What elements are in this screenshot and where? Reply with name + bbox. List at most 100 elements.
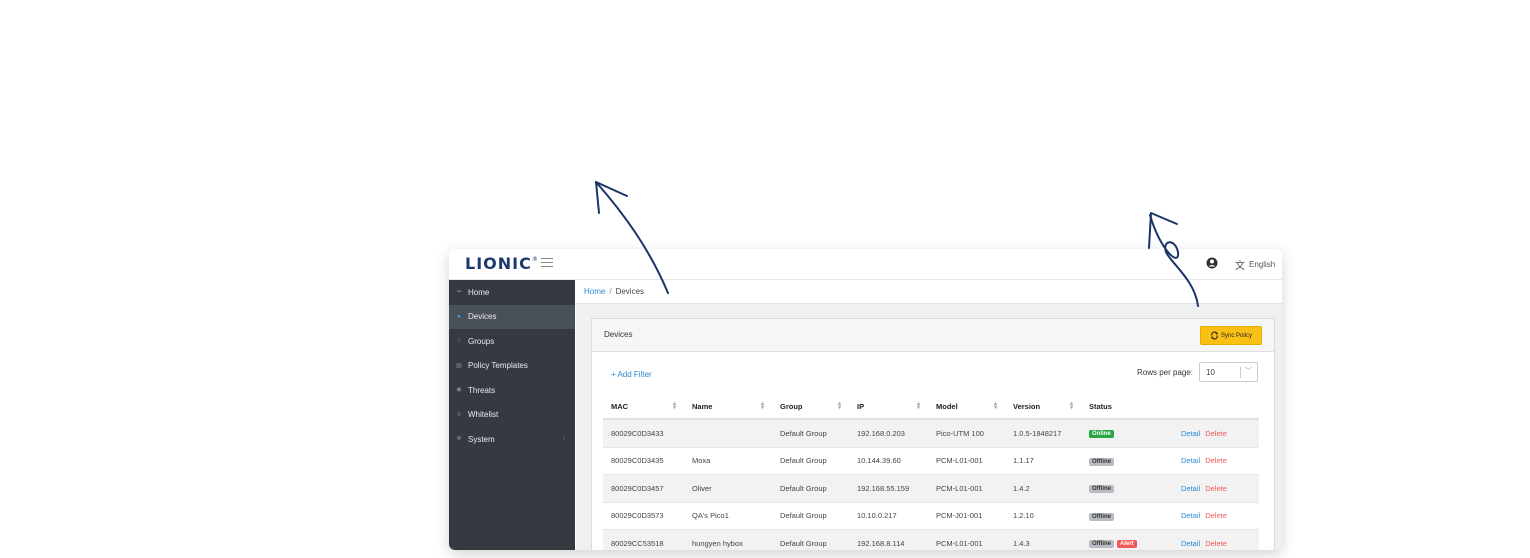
- cell-actions: Detail Delete: [1163, 419, 1259, 448]
- devices-table: MAC ▴ ▾ Name ▴ ▾ Group ▴ ▾ IP ▴ ▾ Model ▴ ▾ Version ▴ ▾ St…: [603, 394, 1259, 550]
- lionic-logo[interactable]: LIONIC®: [465, 254, 539, 273]
- menu-toggle-icon[interactable]: [541, 258, 553, 268]
- cell-group: Default Group: [772, 447, 849, 475]
- sort-icon[interactable]: ▴ ▾: [673, 401, 676, 411]
- breadcrumb-current: Devices: [615, 287, 645, 296]
- chevron-down-icon: ﹀: [1245, 368, 1252, 375]
- table-row: 80029C0D3457 Oliver Default Group 192.168.5…: [603, 474, 1259, 503]
- cell-ip: 10.144.39.60: [849, 447, 928, 475]
- cell-name: Oliver: [684, 474, 772, 503]
- cell-group: Default Group: [772, 474, 849, 503]
- dashboard-icon: ▪▪: [456, 289, 462, 296]
- language-selector[interactable]: 文 English: [1235, 257, 1275, 272]
- sidebar: ▪▪ Home ● Devices ○ Groups ▤ Policy Templates ◉ T…: [449, 280, 575, 550]
- cell-model: PCM-J01-001: [928, 502, 1005, 530]
- cell-ip: 10.10.0.217: [849, 502, 928, 530]
- breadcrumb-separator: /: [609, 287, 612, 296]
- sidebar-item-label: Threats: [468, 385, 496, 395]
- cell-name: QA's Pico1: [684, 502, 772, 530]
- detail-link[interactable]: Detail: [1181, 511, 1200, 520]
- table-row: 80029C0D3573 QA's Pico1 Default Group 10.10…: [603, 502, 1259, 530]
- sidebar-item-groups[interactable]: ○ Groups: [449, 329, 575, 354]
- cell-version: 1.4.2: [1005, 474, 1081, 503]
- cell-name: hungyen hybox: [684, 529, 772, 550]
- sort-icon[interactable]: ▴ ▾: [994, 401, 997, 411]
- sort-icon[interactable]: ▴ ▾: [838, 401, 841, 411]
- column-header-label: Name: [692, 401, 713, 411]
- sort-icon[interactable]: ▴ ▾: [1070, 401, 1073, 411]
- list-icon: ≡: [457, 411, 461, 418]
- cell-version: 1.2.10: [1005, 502, 1081, 530]
- add-filter-button[interactable]: + Add Filter: [611, 370, 652, 379]
- add-filter-label: Add Filter: [617, 370, 652, 379]
- sync-icon: [1211, 331, 1218, 340]
- detail-link[interactable]: Detail: [1181, 484, 1200, 493]
- status-badge: Offline: [1089, 512, 1114, 521]
- column-header-label: Version: [1013, 401, 1041, 411]
- breadcrumb-home-link[interactable]: Home: [584, 287, 605, 296]
- sidebar-item-label: Devices: [468, 312, 497, 322]
- cell-model: PCM-L01-001: [928, 529, 1005, 550]
- table-row: 80029CC53518 hungyen hybox Default Group 19…: [603, 529, 1259, 550]
- delete-link[interactable]: Delete: [1205, 539, 1227, 548]
- card-header: Devices Sync Policy: [592, 319, 1274, 352]
- sidebar-item-label: Home: [468, 287, 490, 297]
- sidebar-item-system[interactable]: ✻ System ‹: [449, 427, 575, 452]
- top-bar: LIONIC® 文 English: [449, 249, 1282, 280]
- cell-status: Offline: [1081, 474, 1163, 503]
- detail-link[interactable]: Detail: [1181, 456, 1200, 465]
- cell-group: Default Group: [772, 502, 849, 530]
- cell-actions: Detail Delete: [1163, 529, 1259, 550]
- column-header-label: IP: [857, 401, 865, 411]
- user-icon[interactable]: [1206, 257, 1218, 269]
- detail-link[interactable]: Detail: [1181, 429, 1200, 438]
- status-badge: Online: [1089, 430, 1114, 439]
- sidebar-item-label: Whitelist: [468, 410, 499, 420]
- table-row: 80029C0D3433 Default Group 192.168.0.203 Pi…: [603, 419, 1259, 448]
- column-header-model[interactable]: Model ▴ ▾: [928, 394, 1005, 420]
- column-header-status[interactable]: Status: [1081, 394, 1163, 420]
- sidebar-item-threats[interactable]: ◉ Threats: [449, 378, 575, 403]
- devices-card: Devices Sync Policy + Add Filter Rows pe…: [591, 318, 1275, 550]
- rows-per-page-select[interactable]: 10 ﹀: [1199, 362, 1258, 382]
- sidebar-item-devices[interactable]: ● Devices: [449, 304, 575, 329]
- column-header-mac[interactable]: MAC ▴ ▾: [603, 394, 684, 420]
- cell-actions: Detail Delete: [1163, 447, 1259, 475]
- delete-link[interactable]: Delete: [1205, 456, 1227, 465]
- delete-link[interactable]: Delete: [1205, 429, 1227, 438]
- cell-actions: Detail Delete: [1163, 502, 1259, 530]
- sync-policy-button[interactable]: Sync Policy: [1200, 326, 1262, 345]
- sidebar-item-home[interactable]: ▪▪ Home: [449, 280, 575, 305]
- cell-status: Offline: [1081, 502, 1163, 530]
- cell-status: Offline: [1081, 447, 1163, 475]
- sort-icon[interactable]: ▴ ▾: [917, 401, 920, 411]
- circle-icon: ○: [457, 338, 461, 345]
- app-window: LIONIC® 文 English ▪▪ Home ● Devices ○ Groups ▤…: [449, 249, 1282, 550]
- chevron-left-icon: ‹: [563, 436, 565, 443]
- breadcrumb: Home / Devices: [576, 280, 1282, 304]
- cell-model: PCM-L01-001: [928, 474, 1005, 503]
- column-header-label: MAC: [611, 401, 629, 411]
- rows-per-page-label: Rows per page:: [1137, 368, 1194, 377]
- sort-icon[interactable]: ▴ ▾: [761, 401, 764, 411]
- detail-link[interactable]: Detail: [1181, 539, 1200, 548]
- table-row: 80029C0D3435 Moxa Default Group 10.144.39.6…: [603, 447, 1259, 475]
- column-header-ip[interactable]: IP ▴ ▾: [849, 394, 928, 420]
- main-content: Home / Devices Devices Sync Policy + Add…: [576, 280, 1282, 550]
- sync-policy-label: Sync Policy: [1220, 332, 1252, 339]
- column-header-group[interactable]: Group ▴ ▾: [772, 394, 849, 420]
- delete-link[interactable]: Delete: [1205, 511, 1227, 520]
- language-label: English: [1249, 260, 1276, 269]
- translate-icon: 文: [1235, 261, 1245, 272]
- cell-mac: 80029C0D3433: [603, 419, 684, 448]
- column-header-version[interactable]: Version ▴ ▾: [1005, 394, 1081, 420]
- cloud-icon: ●: [457, 313, 461, 320]
- arrow-left-head: [595, 181, 628, 214]
- delete-link[interactable]: Delete: [1205, 484, 1227, 493]
- sidebar-item-whitelist[interactable]: ≡ Whitelist: [449, 403, 575, 428]
- sidebar-item-label: Policy Templates: [468, 361, 528, 371]
- column-header-name[interactable]: Name ▴ ▾: [684, 394, 772, 420]
- sidebar-item-policy-templates[interactable]: ▤ Policy Templates: [449, 354, 575, 379]
- cell-version: 1.1.17: [1005, 447, 1081, 475]
- cell-mac: 80029C0D3457: [603, 474, 684, 503]
